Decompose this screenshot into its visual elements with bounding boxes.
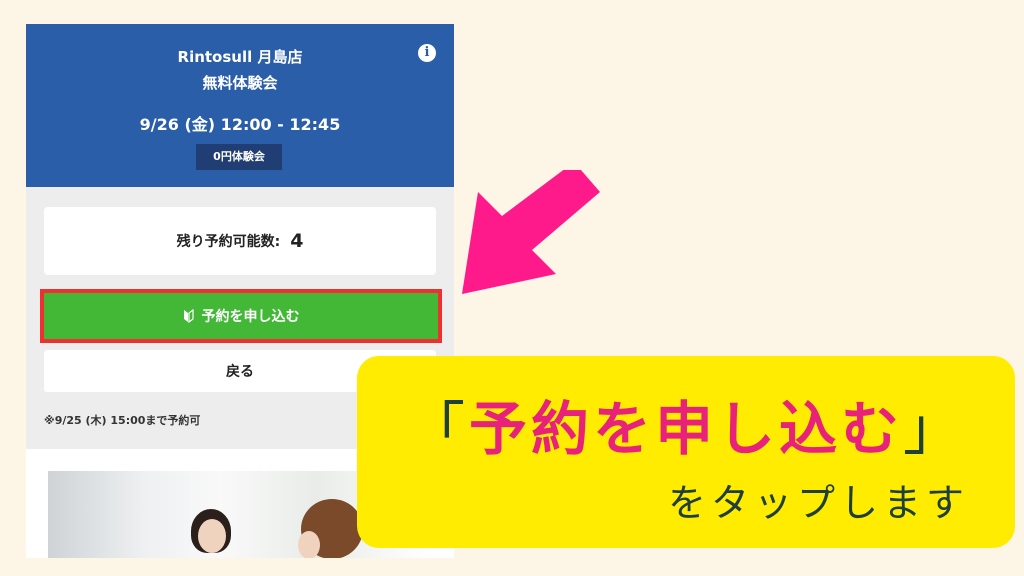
callout-highlight: 予約を申し込む bbox=[468, 395, 903, 463]
remaining-count: 4 bbox=[290, 230, 304, 252]
info-icon[interactable]: i bbox=[418, 44, 436, 62]
open-bracket: 「 bbox=[406, 395, 469, 463]
remaining-label: 残り予約可能数: bbox=[176, 234, 281, 250]
callout-headline: 「予約を申し込む」 bbox=[357, 382, 1015, 466]
pointer-arrow-icon bbox=[462, 170, 600, 294]
store-name: Rintosull 月島店 bbox=[177, 48, 303, 66]
event-name: 無料体験会 bbox=[202, 74, 278, 92]
apply-reservation-button[interactable]: 予約を申し込む bbox=[40, 289, 442, 343]
back-button-label: 戻る bbox=[226, 364, 254, 380]
instruction-callout: 「予約を申し込む」 をタップします bbox=[357, 356, 1015, 548]
person-face bbox=[198, 519, 226, 553]
person-face bbox=[298, 531, 320, 558]
price-badge: 0円体験会 bbox=[196, 144, 282, 170]
tutorial-slide: Rintosull 月島店 無料体験会 9/26 (金) 12:00 - 12:… bbox=[0, 0, 1024, 576]
apply-button-label: 予約を申し込む bbox=[201, 309, 300, 325]
close-bracket: 」 bbox=[903, 395, 966, 463]
event-datetime: 9/26 (金) 12:00 - 12:45 bbox=[139, 115, 341, 134]
event-header: Rintosull 月島店 無料体験会 9/26 (金) 12:00 - 12:… bbox=[26, 24, 454, 187]
remaining-slots-card: 残り予約可能数: 4 bbox=[44, 207, 436, 275]
deadline-note: ※9/25 (木) 15:00まで予約可 bbox=[44, 414, 201, 427]
beginner-mark-icon bbox=[183, 309, 194, 323]
callout-instruction: をタップします bbox=[667, 481, 969, 525]
